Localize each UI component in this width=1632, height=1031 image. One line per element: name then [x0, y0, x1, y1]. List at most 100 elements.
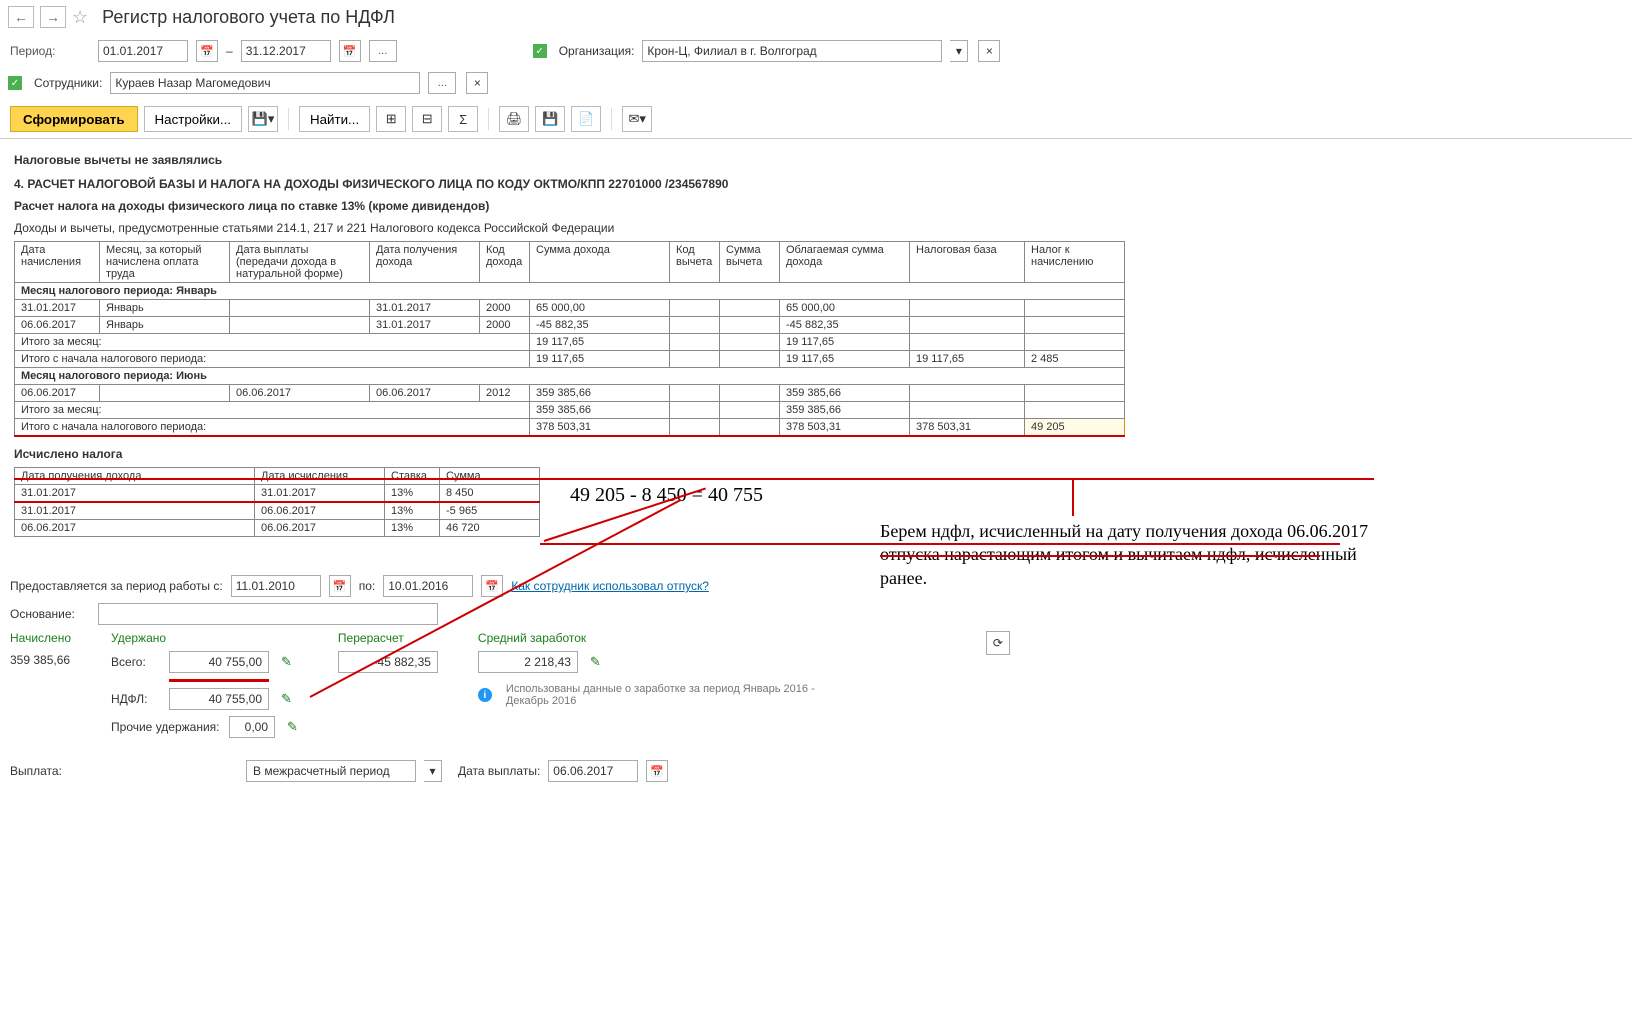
print-icon[interactable]: 🖨 [499, 106, 529, 132]
table-row[interactable]: 31.01.2017 Январь 31.01.2017 2000 65 000… [15, 300, 1125, 317]
th-payment-date: Дата выплаты (передачи дохода в натураль… [230, 242, 370, 283]
accrued-label: Начислено [10, 631, 71, 645]
other-input[interactable]: 0,00 [229, 716, 275, 738]
emp-clear-button[interactable]: × [466, 72, 488, 94]
work-period-label: Предоставляется за период работы с: [10, 579, 223, 593]
org-dropdown-icon[interactable]: ▾ [950, 40, 968, 62]
ndfl-input[interactable]: 40 755,00 [169, 688, 269, 710]
th-income-sum: Сумма дохода [530, 242, 670, 283]
payment-select[interactable]: В межрасчетный период [246, 760, 416, 782]
th-income-code: Код дохода [480, 242, 530, 283]
withheld-label: Удержано [111, 631, 298, 645]
subtotal-period-row: Итого с начала налогового периода: 19 11… [15, 351, 1125, 368]
excel-icon[interactable]: 📄 [571, 106, 601, 132]
table-header-row: Дата начисления Месяц, за который начисл… [15, 242, 1125, 283]
accrued-value: 359 385,66 [10, 653, 71, 667]
to-label: по: [359, 579, 376, 593]
tax-row[interactable]: 06.06.2017 06.06.2017 13% 46 720 [15, 520, 540, 537]
edit-icon[interactable]: ✎ [281, 654, 292, 670]
other-label: Прочие удержания: [111, 720, 221, 734]
bottom-panel: Предоставляется за период работы с: 11.0… [0, 563, 1632, 794]
paydate-input[interactable]: 06.06.2017 [548, 760, 638, 782]
basis-input[interactable] [98, 603, 438, 625]
income-table: Дата начисления Месяц, за который начисл… [14, 241, 1125, 437]
emp-label: Сотрудники: [34, 76, 102, 90]
org-input[interactable]: Крон-Ц, Филиал в г. Волгоград [642, 40, 942, 62]
period-label: Период: [10, 44, 90, 58]
forward-button[interactable]: → [40, 6, 66, 28]
calendar-icon[interactable]: 📅 [481, 575, 503, 597]
subtotal-month-row: Итого за месяц: 359 385,66 359 385,66 [15, 402, 1125, 419]
payment-label: Выплата: [10, 764, 90, 778]
th-month: Месяц, за который начислена оплата труда [100, 242, 230, 283]
rate-line: Расчет налога на доходы физического лица… [14, 199, 1618, 213]
save-settings-icon[interactable]: 💾▾ [248, 106, 278, 132]
tax-section-title: Исчислено налога [14, 447, 1618, 461]
total-label: Всего: [111, 655, 161, 669]
expand-icon[interactable]: ⊞ [376, 106, 406, 132]
back-button[interactable]: ← [8, 6, 34, 28]
vacation-usage-link[interactable]: Как сотрудник использовал отпуск? [511, 579, 709, 593]
sum-icon[interactable]: Σ [448, 106, 478, 132]
email-icon[interactable]: ✉▾ [622, 106, 652, 132]
page-title: Регистр налогового учета по НДФЛ [102, 7, 395, 28]
save-icon[interactable]: 💾 [535, 106, 565, 132]
table-row[interactable]: 06.06.2017 06.06.2017 06.06.2017 2012 35… [15, 385, 1125, 402]
date-from-input[interactable]: 01.01.2017 [98, 40, 188, 62]
calendar-to-icon[interactable]: 📅 [339, 40, 361, 62]
th-taxable-sum: Облагаемая сумма дохода [780, 242, 910, 283]
total-underline [169, 679, 269, 682]
group-row-january: Месяц налогового периода: Январь [15, 283, 1125, 300]
group-row-june: Месяц налогового периода: Июнь [15, 368, 1125, 385]
calendar-icon[interactable]: 📅 [329, 575, 351, 597]
edit-icon[interactable]: ✎ [590, 654, 601, 670]
edit-icon[interactable]: ✎ [281, 691, 292, 707]
th-tax-base: Налоговая база [910, 242, 1025, 283]
highlighted-tax-cell: 49 205 [1025, 419, 1125, 437]
red-strikethrough [880, 555, 1320, 557]
work-from-input[interactable]: 11.01.2010 [231, 575, 321, 597]
tax-row[interactable]: 31.01.2017 06.06.2017 13% -5 965 [15, 502, 540, 520]
org-checkbox[interactable]: ✓ [533, 44, 547, 58]
calendar-icon[interactable]: 📅 [646, 760, 668, 782]
subtotal-period-row: Итого с начала налогового периода: 378 5… [15, 419, 1125, 437]
collapse-icon[interactable]: ⊟ [412, 106, 442, 132]
info-icon: i [478, 688, 492, 702]
edit-icon[interactable]: ✎ [287, 719, 298, 735]
settings-button[interactable]: Настройки... [144, 106, 242, 132]
report-body: Налоговые вычеты не заявлялись 4. РАСЧЕТ… [0, 138, 1632, 547]
recalc-label: Перерасчет [338, 631, 438, 645]
favorite-icon[interactable]: ☆ [72, 7, 88, 28]
toolbar: Сформировать Настройки... 💾▾ Найти... ⊞ … [0, 100, 1632, 138]
period-picker-button[interactable]: ... [369, 40, 397, 62]
th-tax-accrual: Налог к начислению [1025, 242, 1125, 283]
emp-checkbox[interactable]: ✓ [8, 76, 22, 90]
deductions-line: Налоговые вычеты не заявлялись [14, 153, 1618, 167]
articles-line: Доходы и вычеты, предусмотренные статьям… [14, 221, 1618, 235]
recalc-value: -45 882,35 [338, 651, 438, 673]
info-text: Использованы данные о заработке за перио… [506, 683, 826, 707]
org-label: Организация: [559, 44, 635, 58]
th-deduction-sum: Сумма вычета [720, 242, 780, 283]
th-income-date: Дата получения дохода [370, 242, 480, 283]
tax-row[interactable]: 31.01.2017 31.01.2017 13% 8 450 [15, 485, 540, 503]
emp-input[interactable]: Кураев Назар Магомедович [110, 72, 420, 94]
form-button[interactable]: Сформировать [10, 106, 138, 132]
org-clear-button[interactable]: × [978, 40, 1000, 62]
basis-label: Основание: [10, 607, 90, 621]
find-button[interactable]: Найти... [299, 106, 370, 132]
section-header: 4. РАСЧЕТ НАЛОГОВОЙ БАЗЫ И НАЛОГА НА ДОХ… [14, 177, 1618, 191]
payment-dropdown-icon[interactable]: ▾ [424, 760, 442, 782]
th-deduction-code: Код вычета [670, 242, 720, 283]
avg-input[interactable]: 2 218,43 [478, 651, 578, 673]
tax-table: Дата получения дохода Дата исчисления Ст… [14, 467, 540, 537]
filters-panel: Период: 01.01.2017 📅 – 31.12.2017 📅 ... … [0, 34, 1632, 100]
calendar-from-icon[interactable]: 📅 [196, 40, 218, 62]
total-input[interactable]: 40 755,00 [169, 651, 269, 673]
tax-header-row: Дата получения дохода Дата исчисления Ст… [15, 468, 540, 485]
emp-picker-button[interactable]: ... [428, 72, 456, 94]
date-to-input[interactable]: 31.12.2017 [241, 40, 331, 62]
refresh-button[interactable]: ⟳ [986, 631, 1010, 655]
table-row[interactable]: 06.06.2017 Январь 31.01.2017 2000 -45 88… [15, 317, 1125, 334]
work-to-input[interactable]: 10.01.2016 [383, 575, 473, 597]
